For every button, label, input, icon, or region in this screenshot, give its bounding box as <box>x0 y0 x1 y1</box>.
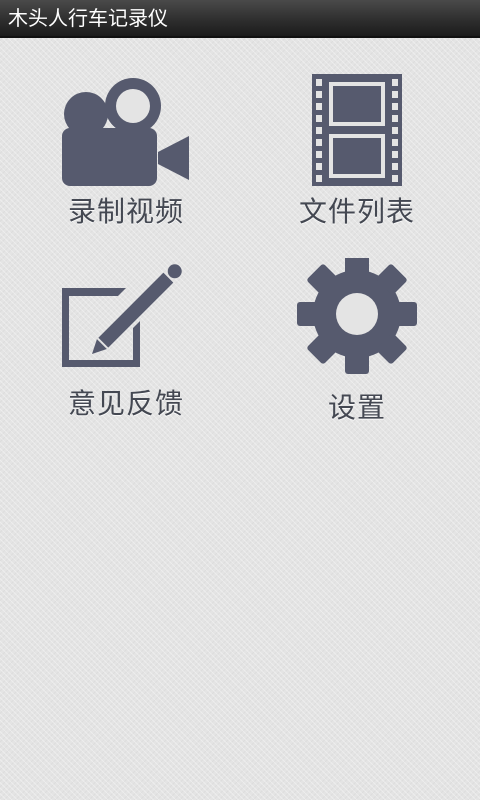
settings-button[interactable]: 设置 <box>257 258 457 428</box>
app-title: 木头人行车记录仪 <box>8 6 168 30</box>
gear-icon <box>297 258 417 374</box>
feedback-button[interactable]: 意见反馈 <box>26 258 226 428</box>
title-bar: 木头人行车记录仪 <box>0 0 480 38</box>
record-video-label: 录制视频 <box>67 195 184 228</box>
feedback-label: 意见反馈 <box>67 387 184 420</box>
settings-label: 设置 <box>327 391 386 424</box>
file-list-label: 文件列表 <box>298 195 415 228</box>
film-strip-icon <box>312 74 402 186</box>
video-camera-icon <box>62 78 189 186</box>
record-video-button[interactable]: 录制视频 <box>26 58 226 228</box>
edit-pencil-icon <box>62 264 182 367</box>
main-menu: 录制视频 文件列表 意见反馈 设置 <box>0 38 480 800</box>
file-list-button[interactable]: 文件列表 <box>257 58 457 228</box>
